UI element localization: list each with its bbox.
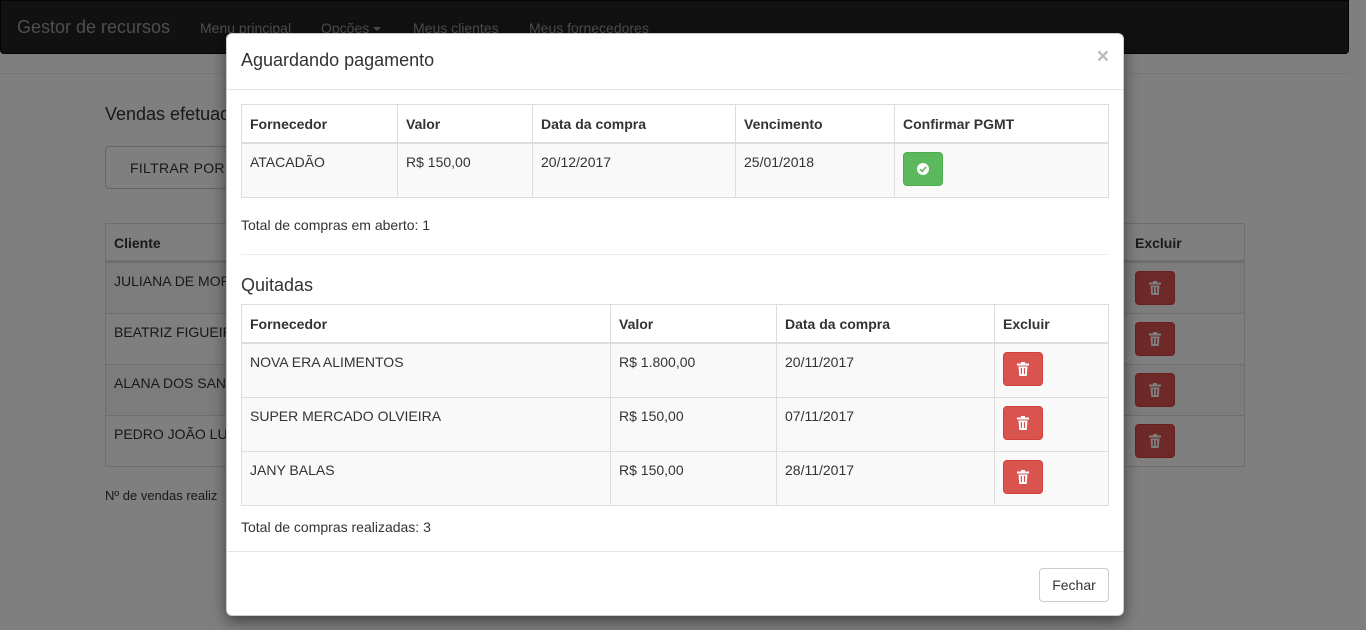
table-header-row: Fornecedor Valor Data da compra Excluir [241, 304, 1109, 344]
column-header-purchase-date: Data da compra [776, 304, 995, 344]
table-row: ATACADÃO R$ 150,00 20/12/2017 25/01/2018 [241, 142, 1109, 198]
purchase-date-cell: 28/11/2017 [776, 451, 995, 506]
table-row: SUPER MERCADO OLVIEIRA R$ 150,00 07/11/2… [241, 397, 1109, 452]
confirm-payment-button[interactable] [903, 152, 943, 186]
column-header-confirm-payment: Confirmar PGMT [894, 104, 1109, 144]
section-divider [241, 254, 1109, 255]
paid-section-title: Quitadas [241, 275, 314, 295]
column-header-value: Valor [610, 304, 777, 344]
trash-icon [1017, 362, 1029, 376]
table-row: JANY BALAS R$ 150,00 28/11/2017 [241, 451, 1109, 506]
delete-cell [994, 342, 1109, 398]
due-date-cell: 25/01/2018 [735, 142, 895, 198]
column-header-value: Valor [397, 104, 533, 144]
supplier-cell: NOVA ERA ALIMENTOS [241, 342, 611, 398]
purchase-date-cell: 07/11/2017 [776, 397, 995, 452]
value-cell: R$ 150,00 [610, 397, 777, 452]
delete-button[interactable] [1003, 460, 1043, 494]
column-header-purchase-date: Data da compra [532, 104, 736, 144]
column-header-supplier: Fornecedor [241, 104, 398, 144]
completed-purchases-total: Total de compras realizadas: 3 [241, 519, 431, 535]
close-icon[interactable]: × [1097, 46, 1109, 67]
pending-payments-table: Fornecedor Valor Data da compra Vencimen… [241, 104, 1109, 198]
confirm-cell [894, 142, 1109, 198]
supplier-cell: JANY BALAS [241, 451, 611, 506]
supplier-cell: SUPER MERCADO OLVIEIRA [241, 397, 611, 452]
value-cell: R$ 150,00 [397, 142, 533, 198]
value-cell: R$ 150,00 [610, 451, 777, 506]
column-header-due-date: Vencimento [735, 104, 895, 144]
modal-title: Aguardando pagamento [241, 50, 435, 70]
table-row: NOVA ERA ALIMENTOS R$ 1.800,00 20/11/201… [241, 342, 1109, 398]
open-purchases-total: Total de compras em aberto: 1 [241, 217, 431, 233]
trash-icon [1017, 416, 1029, 430]
delete-cell [994, 451, 1109, 506]
payment-modal: Aguardando pagamento × Fornecedor Valor … [226, 33, 1124, 616]
column-header-supplier: Fornecedor [241, 304, 611, 344]
table-header-row: Fornecedor Valor Data da compra Vencimen… [241, 104, 1109, 144]
check-circle-icon [917, 163, 929, 175]
supplier-cell: ATACADÃO [241, 142, 398, 198]
column-header-delete: Excluir [994, 304, 1109, 344]
paid-purchases-table: Fornecedor Valor Data da compra Excluir … [241, 304, 1109, 506]
modal-header: Aguardando pagamento × [227, 34, 1123, 90]
delete-button[interactable] [1003, 406, 1043, 440]
delete-cell [994, 397, 1109, 452]
close-button[interactable]: Fechar [1039, 568, 1109, 602]
purchase-date-cell: 20/11/2017 [776, 342, 995, 398]
modal-footer-divider [227, 551, 1123, 552]
value-cell: R$ 1.800,00 [610, 342, 777, 398]
trash-icon [1017, 470, 1029, 484]
delete-button[interactable] [1003, 352, 1043, 386]
purchase-date-cell: 20/12/2017 [532, 142, 736, 198]
